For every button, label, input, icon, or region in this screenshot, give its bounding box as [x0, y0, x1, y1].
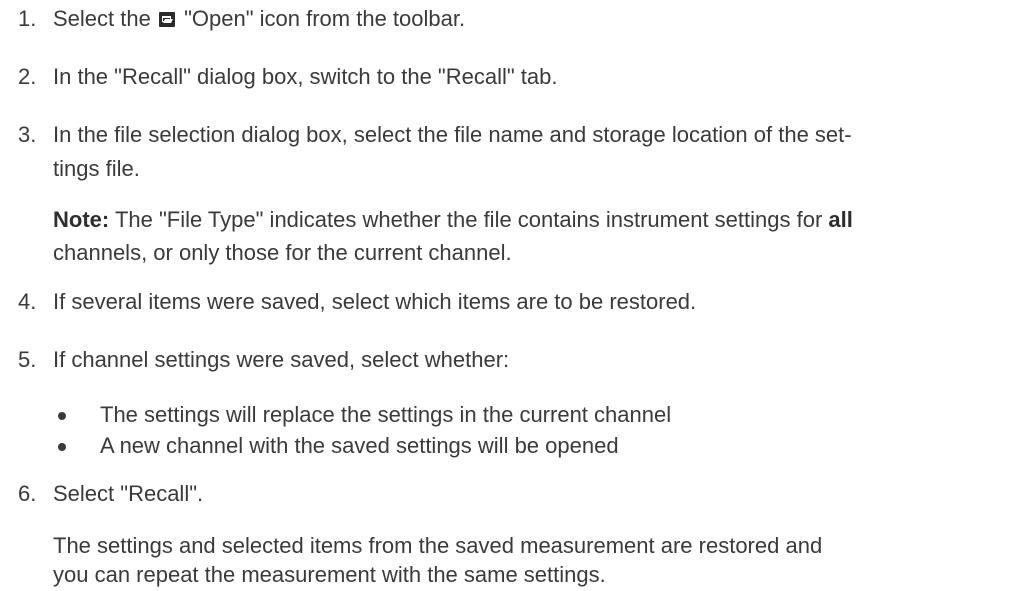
step-text: If channel settings were saved, select w… [53, 347, 510, 372]
step-number: 1. [18, 6, 37, 31]
result-text-line-1: The settings and selected items from the… [53, 533, 823, 558]
step-text: Select "Recall". [53, 481, 204, 506]
result-line-2: you can repeat the measurement with the … [53, 562, 606, 588]
bullet-item-2: A new channel with the saved settings wi… [100, 433, 619, 459]
bullet-icon [58, 412, 66, 420]
note-text: The "File Type" indicates whether the fi… [114, 207, 823, 232]
step-number: 6. [18, 481, 37, 506]
step-text: If several items were saved, select whic… [53, 289, 697, 314]
step-number: 2. [18, 64, 37, 89]
step-text-line-2: tings file. [53, 156, 140, 181]
step-text: Select the "Open" icon from the toolbar. [53, 6, 465, 32]
step-3-continued: tings file. [53, 156, 140, 182]
bullet-text: A new channel with the saved settings wi… [100, 433, 619, 458]
note-text-line-2: channels, or only those for the current … [53, 240, 512, 265]
result-text-line-2: you can repeat the measurement with the … [53, 562, 606, 587]
note-label: Note: [53, 207, 110, 232]
note-bold-all: all [828, 207, 853, 232]
step-text-before-icon: Select the [53, 6, 151, 31]
bullet-icon [58, 443, 66, 451]
open-folder-icon [158, 12, 175, 27]
step-number: 3. [18, 122, 37, 147]
note-line-2: channels, or only those for the current … [53, 240, 512, 266]
result-line-1: The settings and selected items from the… [53, 533, 822, 559]
bullet-item-1: The settings will replace the settings i… [100, 402, 671, 428]
step-number: 5. [18, 347, 37, 372]
step-text: In the "Recall" dialog box, switch to th… [53, 64, 558, 89]
step-text-line-1: In the file selection dialog box, select… [53, 122, 852, 147]
bullet-text: The settings will replace the settings i… [100, 402, 672, 427]
note-line-1: Note: The "File Type" indicates whether … [53, 207, 853, 233]
step-number: 4. [18, 289, 37, 314]
step-text-after-icon: "Open" icon from the toolbar. [184, 6, 466, 31]
